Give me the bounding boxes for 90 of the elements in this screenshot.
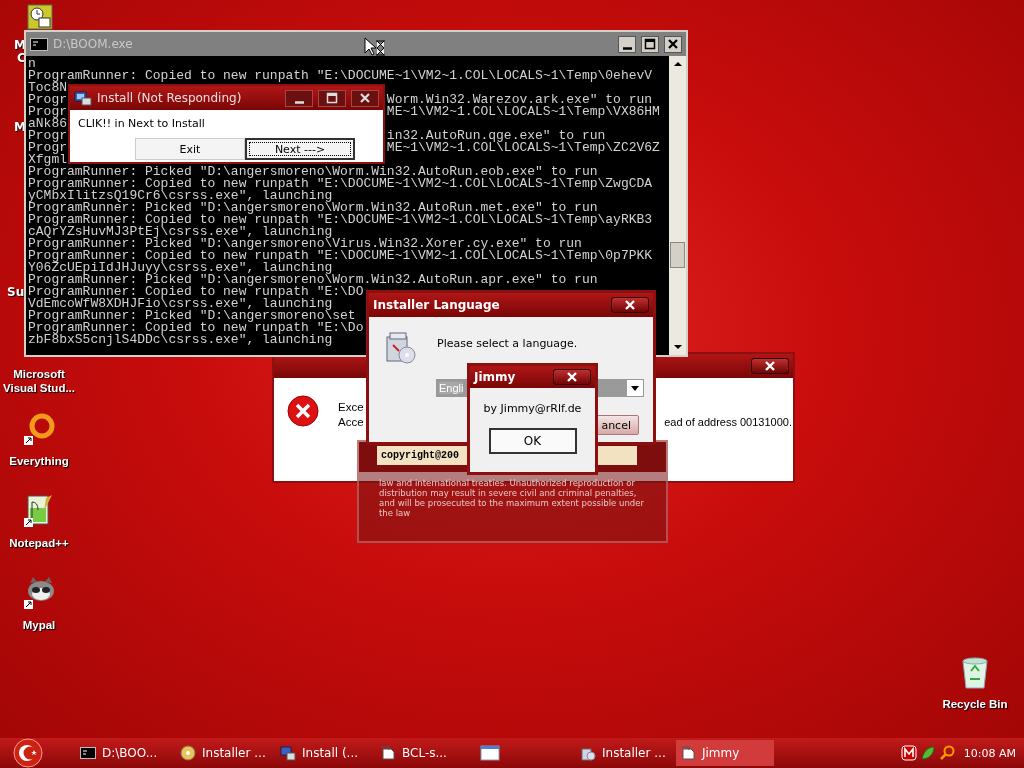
document-icon: [680, 745, 696, 761]
ok-button[interactable]: OK: [488, 428, 577, 454]
maximize-button[interactable]: [318, 89, 346, 107]
console-line: yCMbxIlitzsQ19Cr6\csrss.exe", launching: [28, 190, 333, 202]
icon-label[interactable]: Notepad++: [9, 536, 69, 550]
console-line: n: [28, 58, 36, 70]
close-button[interactable]: [611, 297, 649, 313]
taskbar-button[interactable]: Installer ...: [176, 740, 274, 766]
dialog-button[interactable]: Next --->: [245, 138, 355, 160]
window-title: Install (Not Responding): [97, 91, 242, 105]
icon-label[interactable]: Visual Stud...: [3, 381, 75, 395]
console-line: ProgramRunner: Copied to new runpath "E:\DOCUME~1\VM2~1.COL\LOCALS~1\Temp\ZwgCDA: [28, 178, 653, 190]
taskbar-button[interactable]: Jimmy: [676, 740, 774, 766]
error-message: Acce: [338, 415, 364, 430]
console-line: ProgramRunner: Copied to new runpath "E:\DO: [28, 286, 364, 298]
console-icon: [80, 747, 96, 759]
console-line: Progr: [28, 130, 67, 142]
dialog-message: CLIK!! in Next to Install: [78, 117, 206, 130]
document-icon: [380, 745, 396, 761]
error-icon: [286, 394, 320, 428]
minimize-button[interactable]: [285, 89, 313, 107]
console-line: cAQrYZsHuvMJ3PtEj\csrss.exe", launching: [28, 226, 333, 238]
maximize-icon: [642, 36, 658, 52]
installer-icon: [383, 331, 417, 365]
taskbar-button[interactable]: Install (...: [276, 740, 374, 766]
start-button-icon[interactable]: [10, 738, 46, 768]
taskbar-button[interactable]: Installer ...: [576, 740, 674, 766]
icon-label[interactable]: Mypal: [22, 618, 56, 632]
console-line: Worm.Win32.Warezov.ark.exe" to run: [386, 94, 653, 106]
icon-label: Su: [7, 285, 25, 299]
disc-icon: [180, 745, 196, 761]
recycle-bin-icon: [959, 655, 991, 689]
console-line: Y06ZcUEpiIdJHJuyy\csrss.exe", launching: [28, 262, 333, 274]
dialog-message: Please select a language.: [437, 337, 578, 350]
console-icon: [30, 37, 48, 51]
clock: 10:08 AM: [963, 746, 1016, 760]
icon-label[interactable]: Everything: [9, 454, 69, 468]
taskbar-button[interactable]: D:\BOO...: [76, 740, 174, 766]
console-line: in32.AutoRun.qge.exe" to run: [386, 130, 606, 142]
ring-icon: [22, 412, 56, 446]
calendar-icon: [27, 4, 53, 30]
window-title: Jimmy: [474, 370, 516, 384]
raccoon-icon: [22, 576, 56, 610]
console-line: ProgramRunner: Copied to new runpath "E:\DOCUME~1\VM2~1.COL\LOCALS~1\Temp\ayRKB3: [28, 214, 653, 226]
console-line: ProgramRunner: Picked "D:\angersmoreno\Worm.Win32.AutoRun.apr.exe" to run: [28, 274, 598, 286]
leaf-icon[interactable]: [919, 745, 936, 761]
console-line: ProgramRunner: Picked "D:\angersmoreno\set: [28, 310, 356, 322]
computer-icon: [280, 745, 296, 761]
console-line: ProgramRunner: Picked "D:\angersmoreno\Worm.Win32.AutoRun.eob.exe" to run: [28, 166, 598, 178]
console-line: ME~1\VM2~1.COL\LOCALS~1\Temp\ZC2V6Z: [386, 142, 660, 154]
maximize-button[interactable]: [641, 35, 659, 53]
close-button[interactable]: [553, 369, 591, 385]
window-title: D:\BOOM.exe: [53, 37, 133, 51]
minimize-button[interactable]: [618, 35, 636, 53]
dialog-message: by Jimmy@rRlf.de: [483, 402, 582, 415]
minimize-icon: [294, 100, 304, 104]
console-line: Toc8N: [28, 82, 67, 94]
dialog-button[interactable]: Exit: [135, 138, 245, 160]
scrollbar-thumb[interactable]: [670, 242, 685, 268]
computer-icon: [74, 89, 92, 107]
icon-label[interactable]: Microsoft: [13, 367, 65, 381]
close-button[interactable]: [351, 89, 379, 107]
window-title: Installer Language: [373, 298, 500, 312]
console-line: ProgramRunner: Picked "D:\angersmoreno\Worm.Win32.AutoRun.met.exe" to run: [28, 202, 598, 214]
scrollbar[interactable]: [669, 56, 686, 355]
console-line: VdEmcoWfW8XDHJFio\csrss.exe", launching: [28, 298, 333, 310]
console-line: aNk86: [28, 118, 67, 130]
console-line: ProgramRunner: Copied to new runpath "E:\DOCUME~1\VM2~1.COL\LOCALS~1\Temp\0p7PKK: [28, 250, 653, 262]
window-icon: [480, 745, 500, 761]
console-line: zbF8bxS5cnjlS4DDc\csrss.exe", launching: [28, 334, 333, 346]
maximize-icon: [324, 90, 340, 106]
console-line: ME~1\VM2~1.COL\LOCALS~1\Temp\VX86HM: [386, 106, 660, 118]
console-line: ProgramRunner: Copied to new runpath "E:\Do: [28, 322, 364, 334]
close-button[interactable]: [751, 358, 789, 374]
console-line: Progr: [28, 142, 67, 154]
console-line: ProgramRunner: Copied to new runpath "E:\DOCUME~1\VM2~1.COL\LOCALS~1\Temp\0ehevV: [28, 70, 653, 82]
console-line: Progr: [28, 106, 67, 118]
minimize-icon: [622, 46, 632, 50]
taskbar-button[interactable]: BCL-s...: [376, 740, 474, 766]
installer-icon: [580, 745, 596, 761]
legal-notice: law and international treaties. Unauthorized reproduction or distribution may result in severe civil and criminal penalties, and will be prosecuted to the maximum extent possible under the law: [379, 478, 645, 518]
console-line: Progr: [28, 94, 67, 106]
shield-icon[interactable]: [900, 745, 917, 761]
console-line: Xfgml: [28, 154, 67, 166]
error-message: Exce: [338, 400, 364, 415]
close-button[interactable]: [664, 35, 682, 53]
error-message: ead of address 00131000.: [664, 415, 792, 430]
console-line: ProgramRunner: Picked "D:\angersmoreno\Virus.Win32.Xorer.cy.exe" to run: [28, 238, 582, 250]
search-icon[interactable]: [938, 745, 955, 761]
icon-label[interactable]: Recycle Bin: [942, 697, 1008, 711]
